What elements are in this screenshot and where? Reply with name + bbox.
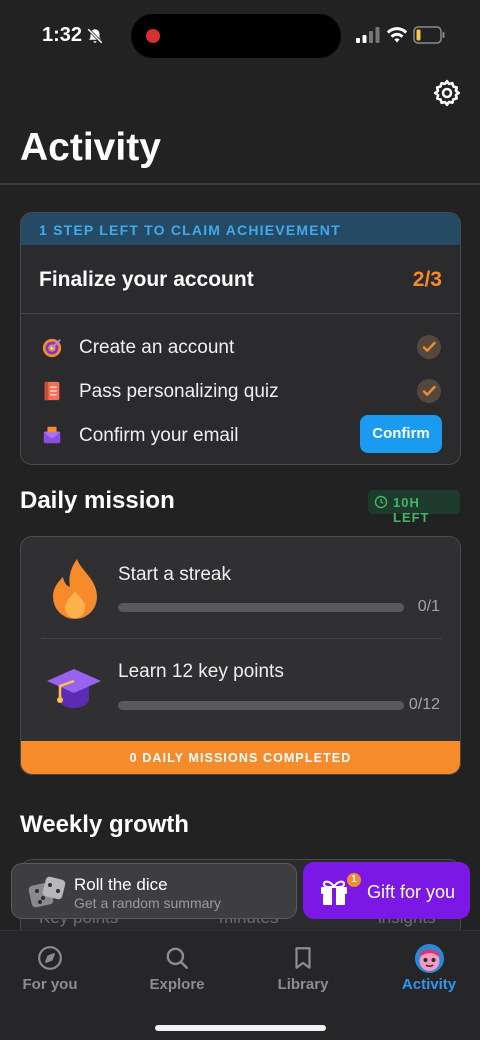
dice-subtitle: Get a random summary [74,895,222,911]
envelope-icon [43,426,61,444]
status-time: 1:32 [42,24,83,46]
task-label-confirm-email: Confirm your email [79,425,239,446]
achievement-progress: 2/3 [412,268,442,291]
compass-icon [38,946,62,970]
bell-off-icon [87,28,103,44]
settings-gear-icon[interactable] [432,78,462,108]
flame-icon [53,559,97,619]
dynamic-island [131,14,341,58]
missions-completed-footer: 0 DAILY MISSIONS COMPLETED [21,741,460,774]
avatar-icon [415,944,444,973]
task-done-checkmark [417,335,441,359]
battery-icon [413,26,445,44]
mission-progress-track [118,603,404,612]
tab-label: Explore [149,976,205,993]
achievement-divider [21,313,460,314]
bottom-tab-bar: For you Explore Library Activity [0,930,480,1040]
tab-label: For you [22,976,78,993]
achievement-banner: 1 STEP LEFT TO CLAIM ACHIEVEMENT [21,213,460,245]
mission-divider [41,638,442,639]
daily-mission-title: Daily mission [20,487,175,514]
dice-icon [28,876,66,908]
tab-explore[interactable]: Explore [127,931,227,1001]
time-left-badge: 10H LEFT [368,490,460,525]
missions-completed-text: 0 DAILY MISSIONS COMPLETED [129,751,352,765]
search-icon [166,947,188,969]
weekly-growth-title: Weekly growth [20,811,189,838]
graduation-cap-icon [47,669,101,708]
bookmark-icon [295,947,311,969]
daily-mission-card: Start a streak 0/1 Learn 12 key points 0… [20,536,461,775]
notebook-icon [44,381,60,401]
task-done-checkmark [417,379,441,403]
tab-label: Library [277,976,329,993]
checkmark-icon [422,341,436,352]
gift-label: Gift for you [367,882,456,902]
mission-label-key-points: Learn 12 key points [118,661,284,682]
gift-count-badge: 1 [347,873,361,887]
mission-progress-track [118,701,404,710]
gift-icon [321,880,347,905]
page-title: Activity [20,126,161,169]
tab-activity[interactable]: Activity [379,931,479,1001]
tab-for-you[interactable]: For you [0,931,100,1001]
achievement-banner-text: 1 STEP LEFT TO CLAIM ACHIEVEMENT [39,222,341,238]
tab-label: Activity [401,976,457,993]
recording-dot [146,29,160,43]
header-divider [0,183,480,185]
confirm-email-button[interactable]: Confirm [360,415,442,453]
gift-for-you-button[interactable]: 1 Gift for you [303,862,470,919]
task-label-quiz: Pass personalizing quiz [79,381,279,402]
mission-count: 0/1 [417,598,440,615]
avatar-face-icon [419,949,440,971]
achievement-card: 1 STEP LEFT TO CLAIM ACHIEVEMENT Finaliz… [20,212,461,465]
mission-label-streak: Start a streak [118,564,231,585]
mission-count: 0/12 [408,696,440,713]
achievement-title: Finalize your account [39,268,254,291]
signal-icon [356,27,380,43]
target-icon [42,338,62,358]
task-label-create-account: Create an account [79,337,235,358]
dice-title: Roll the dice [74,875,168,894]
home-indicator [155,1025,326,1031]
checkmark-icon [422,385,436,396]
roll-the-dice-card[interactable]: Roll the dice Get a random summary [11,863,297,919]
time-left-text: 10H LEFT [393,495,430,525]
tab-library[interactable]: Library [253,931,353,1001]
clock-icon [374,495,388,509]
wifi-icon [386,27,408,43]
